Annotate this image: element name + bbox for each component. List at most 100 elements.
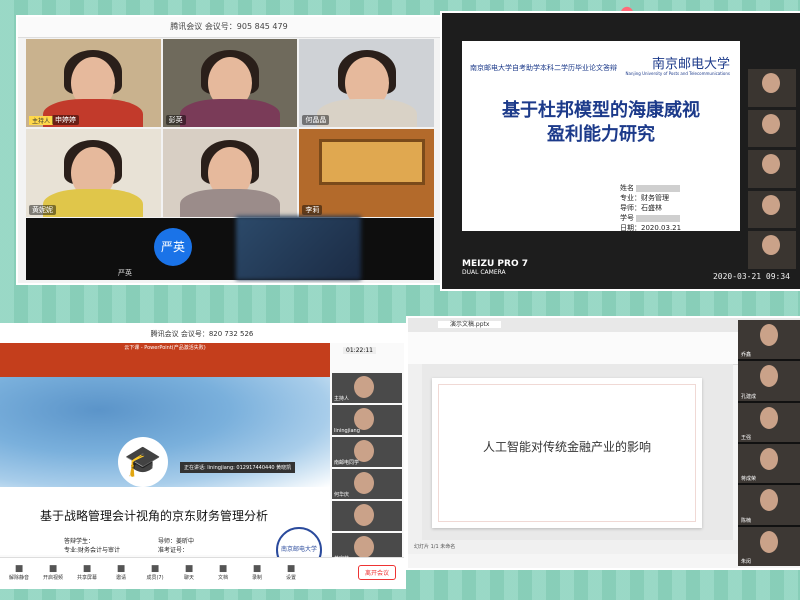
title-line-1: 基于杜邦模型的海康威视 <box>502 100 700 121</box>
meeting-clock: 01:22:11 <box>343 347 376 354</box>
meeting-panel-c: 腾讯会议 会议号：820 732 526 云下课 - PowerPoint(产品… <box>0 325 404 587</box>
info-row: 姓名 <box>620 183 681 193</box>
video-tile[interactable]: 陈楠 <box>738 485 800 525</box>
participant-name: 陈楠 <box>741 517 752 524</box>
blurred-video <box>236 216 361 280</box>
video-tile[interactable] <box>748 231 796 269</box>
video-tile[interactable]: 彭英 <box>162 39 298 127</box>
video-tile[interactable] <box>748 190 796 229</box>
participant-body <box>43 189 144 217</box>
meeting-panel-a: 腾讯会议 会议号：905 845 479 主持人 申婷婷 彭英 何晶晶 黄妮妮 … <box>18 17 440 283</box>
video-tile[interactable]: 蒋成荣 <box>738 443 800 484</box>
painting-frame <box>319 139 426 185</box>
info-line: 准考证号： <box>158 547 189 554</box>
monitor-photo-panel: 南京邮电大学自考助学本科二学历毕业论文答辩 南京邮电大学 Nanjing Uni… <box>442 13 800 289</box>
video-tile[interactable]: 王强 <box>738 402 800 442</box>
university-logo: 南京邮电大学 <box>651 57 730 72</box>
record-button[interactable]: 录制 <box>244 564 270 581</box>
settings-button[interactable]: 设置 <box>278 564 304 581</box>
video-tile[interactable] <box>748 109 796 148</box>
video-tile[interactable] <box>748 150 796 188</box>
video-tile[interactable]: 乔鑫 <box>738 320 800 360</box>
share-screen-button[interactable]: 共享屏幕 <box>74 564 100 581</box>
student-info: 答辩学生： 专业:财务会计与审计 <box>64 537 120 555</box>
app-name: 腾讯会议 <box>170 22 203 31</box>
avatar[interactable]: 严英 <box>154 228 192 266</box>
participant-name: 申婷婷 <box>52 115 79 125</box>
info-row: 导师：石盛林 <box>620 203 681 213</box>
meeting-id: 会议号：905 845 479 <box>204 22 288 31</box>
slide-title: 基于杜邦模型的海康威视 盈利能力研究 <box>462 99 740 147</box>
leave-meeting-button[interactable]: 离开会议 <box>357 565 396 580</box>
unmute-button[interactable]: 解除静音 <box>6 564 32 581</box>
status-bar: 幻灯片 1/1 未命名 <box>408 540 739 554</box>
video-tile[interactable]: 孔建成 <box>738 361 800 401</box>
participant-body <box>179 99 280 127</box>
video-tile[interactable]: 何华庆 <box>332 469 402 499</box>
participant-name: 乔鑫 <box>741 352 752 359</box>
participant-name: 李莉 <box>302 205 323 215</box>
title-line-2: 盈利能力研究 <box>547 124 655 145</box>
start-video-button[interactable]: 开启视频 <box>40 564 66 581</box>
participant-strip: 主持人 liningjiang 南邮电同学 何华庆 黄宝芬 <box>332 373 402 563</box>
video-tile[interactable] <box>162 129 298 217</box>
participant-name: 何晶晶 <box>302 115 330 125</box>
participant-name: 蒋成荣 <box>741 476 757 483</box>
info-row: 专业：财务管理 <box>620 193 681 203</box>
participant-name: 黄宝芬 <box>334 556 350 562</box>
camera-watermark: MEIZU PRO 7 DUAL CAMERA <box>462 259 528 276</box>
info-line: 专业:财务会计与审计 <box>64 547 121 554</box>
host-badge: 主持人 <box>29 116 54 125</box>
wps-panel: 演示文稿.pptx 人工智能对传统金融产业的影响 幻灯片 1/1 未命名 乔鑫 … <box>408 318 800 568</box>
info-value: 2020.03.21 <box>641 224 682 232</box>
participant-name: 王强 <box>741 434 752 441</box>
members-button[interactable]: 成员(7) <box>142 564 168 581</box>
thesis-slide: 南京邮电大学自考助学本科二学历毕业论文答辩 南京邮电大学 Nanjing Uni… <box>462 41 740 233</box>
video-grid: 主持人 申婷婷 彭英 何晶晶 黄妮妮 李莉 <box>26 39 434 217</box>
meeting-id: 会议号：820 732 526 <box>180 330 254 338</box>
invite-button[interactable]: 邀请 <box>108 564 134 581</box>
participant-name: 主持人 <box>334 396 350 402</box>
advisor-info: 导师：姜昕中 准考证号： <box>158 537 194 555</box>
bottom-video-row: 严英 严英 <box>26 216 434 280</box>
document-tab[interactable]: 演示文稿.pptx <box>438 321 502 328</box>
participant-name: 彭英 <box>165 115 186 125</box>
info-line: 导师：姜昕中 <box>158 538 195 545</box>
docs-button[interactable]: 文档 <box>210 564 236 581</box>
info-value: 财务管理 <box>641 194 669 202</box>
powerpoint-titlebar: 云下课 - PowerPoint(产品激活失败) <box>0 343 330 377</box>
video-tile[interactable]: 主持人 申婷婷 <box>26 39 161 127</box>
info-key: 专业： <box>620 194 641 202</box>
slide: 人工智能对传统金融产业的影响 <box>432 378 702 528</box>
info-line: 答辩学生： <box>64 538 95 545</box>
blurred-value <box>636 184 681 192</box>
participant-body <box>316 99 417 127</box>
chat-button[interactable]: 聊天 <box>176 564 202 581</box>
video-tile[interactable]: 主持人 <box>332 373 402 403</box>
participant-name: 南邮电同学 <box>334 460 360 466</box>
video-tile[interactable] <box>332 501 402 531</box>
participant-name: 孔建成 <box>741 393 757 400</box>
blurred-value <box>636 214 681 222</box>
video-tile[interactable]: 朱闵 <box>738 526 800 566</box>
video-tile[interactable] <box>748 69 796 107</box>
meeting-header: 腾讯会议 会议号：820 732 526 <box>0 325 404 343</box>
info-key: 导师： <box>620 204 641 212</box>
video-tile[interactable]: 何晶晶 <box>299 39 434 127</box>
slide-title: 基于战略管理会计视角的京东财务管理分析 <box>40 509 269 523</box>
shared-slide: 🎓 正在讲话: liningjiang: 0129174404​40 黄晓凯 基… <box>0 377 330 573</box>
video-tile[interactable]: 黄妮妮 <box>26 129 161 217</box>
video-tile[interactable]: 李莉 <box>299 129 434 217</box>
university-logo-sub: Nanjing University of Posts and Telecomm… <box>625 71 730 76</box>
participant-strip: 乔鑫 孔建成 王强 蒋成荣 陈楠 朱闵 <box>738 320 800 566</box>
participant-name: 何华庆 <box>334 492 350 498</box>
participant-name: 严英 <box>118 269 132 277</box>
video-tile[interactable]: 南邮电同学 <box>332 437 402 467</box>
meeting-header: 腾讯会议 会议号：905 845 479 <box>18 17 440 38</box>
slide-thumbnails[interactable] <box>408 364 422 554</box>
info-key: 学号 <box>620 214 634 222</box>
camera-sub: DUAL CAMERA <box>462 269 506 276</box>
student-info: 姓名 专业：财务管理 导师：石盛林 学号 日期：2020.03.21 <box>620 183 681 233</box>
participant-name: 黄妮妮 <box>29 205 56 215</box>
video-tile[interactable]: liningjiang <box>332 405 402 435</box>
